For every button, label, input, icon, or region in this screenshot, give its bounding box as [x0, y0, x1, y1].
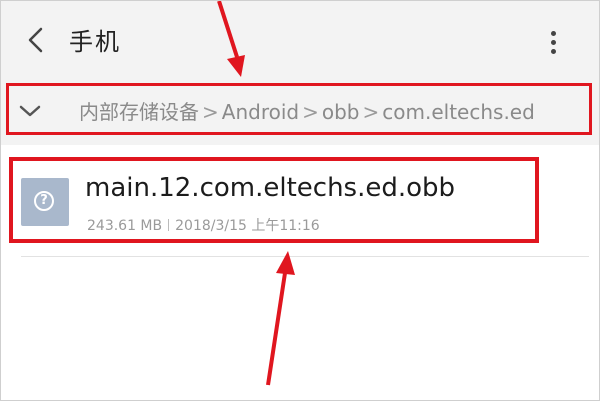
row-divider — [21, 256, 589, 257]
page-title: 手机 — [69, 28, 121, 56]
breadcrumb-annotation-box — [6, 83, 592, 135]
annotation-arrow-bottom — [266, 272, 287, 386]
file-manager-screen: 手机 内部存储设备 > Android > obb > com.eltechs.ed ? m… — [0, 0, 600, 401]
more-vertical-icon[interactable] — [544, 29, 562, 57]
file-annotation-box — [9, 157, 539, 243]
back-chevron-icon[interactable] — [23, 25, 49, 55]
top-app-bar: 手机 — [1, 1, 599, 81]
